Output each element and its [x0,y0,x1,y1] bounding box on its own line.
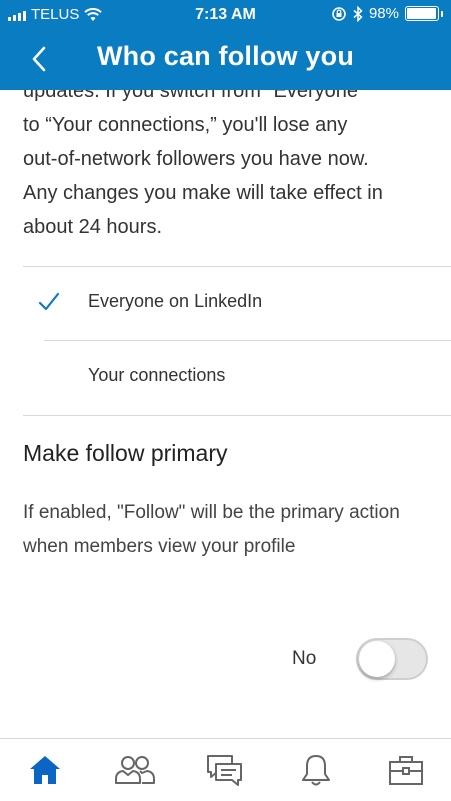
nav-bar: Who can follow you [0,30,451,90]
orientation-lock-icon [332,6,346,21]
toggle-state-label: No [292,648,317,669]
description-line: Any changes you make will take effect in [23,182,383,204]
status-right: 98% [331,5,443,22]
bluetooth-icon [353,5,363,22]
bottom-tab-bar [0,738,451,801]
toggle-knob [359,641,395,677]
description-line: out-of-network followers you have now. [23,148,369,170]
jobs-icon [388,756,423,785]
tab-messaging[interactable] [195,745,255,795]
status-bar: TELUS 7:13 AM 98% [0,0,451,30]
notifications-icon [301,755,330,786]
battery-cap [441,10,443,17]
messaging-icon [207,755,243,786]
follow-primary-toggle[interactable] [356,638,428,680]
option-everyone[interactable]: Everyone on LinkedIn [0,267,451,341]
description-line: to “Your connections,” you'll lose any [23,114,348,136]
follow-primary-toggle-row: No [0,636,451,686]
battery-percent: 98% [368,5,399,22]
tab-my-network[interactable] [105,745,165,795]
checkmark-icon [38,292,60,311]
page-title: Who can follow you [96,41,355,71]
top-bar: TELUS 7:13 AM 98% Who can follow you [0,0,451,90]
divider [23,415,451,416]
tab-jobs[interactable] [376,745,436,795]
tab-notifications[interactable] [286,745,346,795]
section-description: If enabled, "Follow" will be the primary… [23,502,400,557]
description-line: about 24 hours. [23,216,162,238]
battery-icon [405,6,439,21]
network-icon [115,756,156,784]
tab-home[interactable] [15,745,75,795]
option-label: Everyone on LinkedIn [88,291,263,311]
option-label: Your connections [88,365,226,385]
follow-description: updates. If you switch from "Everyone to… [23,74,433,244]
section-title: Make follow primary [23,440,228,466]
option-connections[interactable]: Your connections [0,341,451,415]
home-icon [30,756,61,784]
